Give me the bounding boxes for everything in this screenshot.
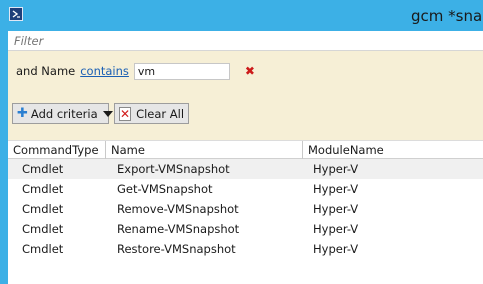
filter-bar [8,31,483,51]
plus-icon: ✚ [17,105,28,121]
chevron-down-icon [102,110,113,117]
cell-commandtype: Cmdlet [22,222,64,236]
results-table: CommandType Name ModuleName Cmdlet Expor… [8,140,483,259]
add-criteria-button[interactable]: ✚ Add criteria [12,103,113,124]
cell-name: Remove-VMSnapshot [117,202,239,216]
table-header: CommandType Name ModuleName [8,140,483,159]
cell-name: Export-VMSnapshot [117,162,230,176]
cell-commandtype: Cmdlet [22,242,64,256]
title-bar[interactable]: gcm *snaps [0,0,483,31]
cell-commandtype: Cmdlet [22,182,64,196]
criteria-row: and Name contains ✖ [16,61,256,81]
clear-x-icon: ✕ [119,106,132,121]
column-header-commandtype[interactable]: CommandType [8,141,106,159]
cell-name: Rename-VMSnapshot [117,222,240,236]
criteria-value-input[interactable] [133,62,230,80]
add-criteria-label: Add criteria [30,106,98,121]
cell-modulename: Hyper-V [313,242,359,256]
clear-all-button[interactable]: ✕ Clear All [114,103,189,124]
cell-name: Restore-VMSnapshot [117,242,236,256]
table-row[interactable]: Cmdlet Remove-VMSnapshot Hyper-V [8,199,483,219]
table-row[interactable]: Cmdlet Restore-VMSnapshot Hyper-V [8,239,483,259]
table-row[interactable]: Cmdlet Export-VMSnapshot Hyper-V [8,159,483,179]
cell-commandtype: Cmdlet [22,162,64,176]
filter-input[interactable] [8,31,483,51]
table-row[interactable]: Cmdlet Get-VMSnapshot Hyper-V [8,179,483,199]
clear-all-label: Clear All [136,106,185,121]
column-header-modulename[interactable]: ModuleName [303,141,483,159]
criteria-panel: and Name contains ✖ ✚ Add criteria ✕ Cle… [8,51,483,140]
criteria-field-label: and Name [16,64,76,78]
column-header-name[interactable]: Name [106,141,303,159]
window-title: gcm *snaps [411,7,483,25]
grid-view-client: and Name contains ✖ ✚ Add criteria ✕ Cle… [8,31,483,284]
powershell-icon [9,7,23,21]
cell-modulename: Hyper-V [313,222,359,236]
cell-modulename: Hyper-V [313,162,359,176]
table-row[interactable]: Cmdlet Rename-VMSnapshot Hyper-V [8,219,483,239]
window: gcm *snaps and Name contains ✖ ✚ Add cri… [0,0,483,284]
remove-x-icon[interactable]: ✖ [244,65,256,77]
cell-modulename: Hyper-V [313,182,359,196]
cell-commandtype: Cmdlet [22,202,64,216]
cell-modulename: Hyper-V [313,202,359,216]
criteria-operator-link[interactable]: contains [80,64,129,78]
cell-name: Get-VMSnapshot [117,182,213,196]
